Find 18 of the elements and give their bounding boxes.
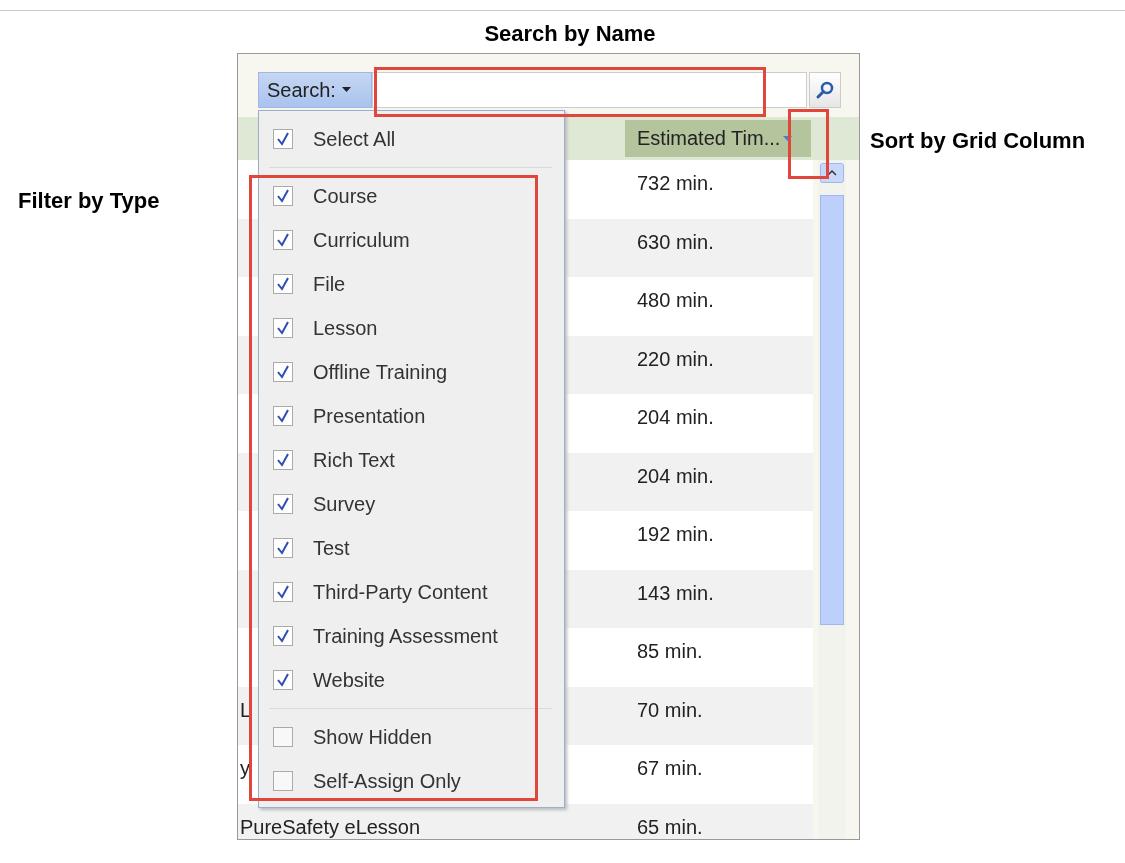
table-cell: 143 min. <box>637 581 714 604</box>
table-cell: 732 min. <box>637 172 714 194</box>
table-cell: 204 min. <box>637 464 714 487</box>
table-cell: 630 min. <box>637 230 714 253</box>
table-cell: 480 min. <box>637 289 714 311</box>
table-cell: 192 min. <box>637 523 714 545</box>
table-cell: 70 min. <box>637 698 703 721</box>
table-cell: 67 min. <box>637 757 703 779</box>
annotation-title: Search by Name <box>483 21 657 48</box>
table-cell: 220 min. <box>637 347 714 370</box>
table-cell: L <box>240 698 252 721</box>
table-cell: PureSafety eLesson <box>240 815 421 838</box>
annotation-label: Sort by Grid Column <box>870 128 1086 153</box>
table-cell: y <box>240 757 250 779</box>
annotation-label: Filter by Type <box>18 188 160 213</box>
table-cell: 65 min. <box>637 815 703 838</box>
table-cell: 204 min. <box>637 406 714 428</box>
table-cell: 85 min. <box>637 640 703 662</box>
